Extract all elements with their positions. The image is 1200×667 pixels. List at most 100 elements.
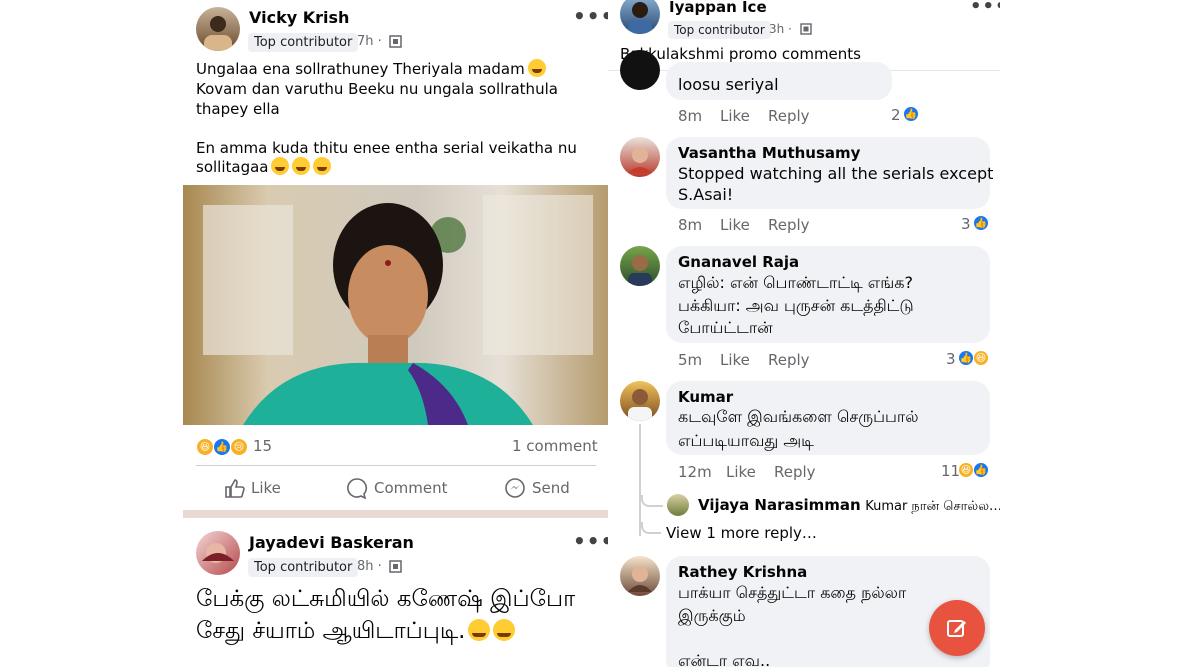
commenter-name[interactable]: Kumar [678,388,733,406]
post-body-line: பேக்கு லட்சுமியில் கணேஷ் இப்போ [196,586,576,612]
comment-like-button[interactable]: Like [720,216,750,234]
post-author[interactable]: Jayadevi Baskeran [249,533,414,552]
comment-text: பக்கியா: அவ புருசன் கடத்திட்டு [678,296,914,315]
rofl-emoji-icon [271,157,290,175]
divider [196,465,596,466]
audience-icon [800,23,812,35]
commenter-name[interactable]: Rathey Krishna [678,563,807,581]
reply-connector [641,495,663,507]
laughing-emoji-icon [527,59,546,77]
post-author[interactable]: Vicky Krish [249,8,349,27]
woman-photo-illustration [203,195,593,425]
post-author[interactable]: Iyappan Ice [669,0,767,16]
comment-reply-button[interactable]: Reply [774,463,816,481]
reaction-count[interactable]: 15 [253,437,272,455]
avatar[interactable] [196,531,240,575]
comments-panel: Iyappan Ice Top contributor 3h · ••• Bak… [608,0,1000,667]
comment-text: இருக்கும் [678,606,746,625]
post-image[interactable] [183,185,608,425]
avatar[interactable] [620,0,660,34]
comment-time: 8m [678,107,703,125]
post-body-line: thapey ella [196,100,280,118]
messenger-icon [505,478,525,498]
comment-time: 5m [678,351,703,369]
more-options-icon[interactable]: ••• [573,529,608,553]
haha-reaction-icon: 😆 [973,350,989,366]
comment-reply-button[interactable]: Reply [768,107,810,125]
more-options-icon[interactable]: ••• [970,0,1000,17]
post-time[interactable]: 8h · [357,559,382,574]
person-icon [628,147,652,173]
comment-like-button[interactable]: Like [720,351,750,369]
reply-author: Vijaya Narasimman [698,496,861,514]
person-icon [202,543,234,563]
person-icon [204,16,232,51]
like-label: Like [251,479,281,497]
avatar[interactable] [620,556,660,596]
commenter-name[interactable]: Vasantha Muthusamy [678,144,860,162]
like-reaction-icon: 👍 [973,215,989,231]
like-reaction-icon: 👍 [973,462,989,478]
sad-reaction-icon: 😢 [230,438,248,456]
view-more-replies-link[interactable]: View 1 more reply… [666,524,817,542]
reply-text: Kumar நான் சொல்ல… [865,499,1000,514]
audience-icon [389,35,402,48]
comment-button[interactable]: Comment [346,477,448,499]
avatar[interactable] [620,246,660,286]
comment-text: எழில்: என் பொண்டாட்டி எங்க? [678,273,914,292]
like-button[interactable]: Like [223,477,281,499]
send-button[interactable]: Send [504,477,570,499]
sleepy-emoji-icon [468,619,491,641]
post-time[interactable]: 7h · [357,34,382,49]
comment-time: 12m [678,463,712,481]
comment-text: Stopped watching all the serials except [678,164,994,183]
avatar[interactable] [620,137,660,177]
haha-reaction-icon: 😆 [196,438,214,456]
like-reaction-icon: 👍 [213,438,231,456]
top-contributor-badge: Top contributor [248,33,359,52]
haha-reaction-icon: 😆 [958,462,974,478]
reaction-count[interactable]: 3 [946,350,956,368]
reaction-count[interactable]: 2 [891,106,901,124]
sleepy-emoji-icon [493,619,516,641]
compose-fab-button[interactable] [929,600,985,656]
edit-pencil-icon [947,620,966,637]
person-icon [628,389,652,421]
audience-icon [389,560,402,573]
post-body-line: Kovam dan varuthu Beeku nu ungala sollra… [196,80,558,98]
person-icon [628,566,652,592]
comment-reply-button[interactable]: Reply [768,216,810,234]
reply-connector [641,522,661,534]
comment-text: பாக்யா செத்துட்டா கதை நல்லா [678,583,907,602]
post-body-line: Ungalaa ena sollrathuney Theriyala madam [196,59,546,79]
send-label: Send [532,479,570,497]
like-reaction-icon: 👍 [958,350,974,366]
comment-text: கடவுளே இவங்களை செருப்பால் [678,407,919,426]
comment-reply-button[interactable]: Reply [768,351,810,369]
comment-like-button[interactable]: Like [720,107,750,125]
reply-preview[interactable]: Vijaya Narasimman Kumar நான் சொல்ல… [698,496,1000,515]
person-icon [628,2,652,34]
post-body-line: En amma kuda thitu enee entha serial vei… [196,139,577,157]
left-post-panel: Vicky Krish Top contributor 7h · ••• Ung… [183,0,608,667]
comment-icon [347,478,368,499]
rofl-emoji-icon [292,157,311,175]
avatar[interactable] [620,50,660,90]
comment-text: எப்படியாவது அடி [678,431,814,450]
commenter-name[interactable]: Gnanavel Raja [678,253,799,271]
more-options-icon[interactable]: ••• [573,4,608,28]
avatar[interactable] [667,494,689,516]
comment-text: போய்ட்டான் [678,318,773,337]
reaction-count[interactable]: 3 [961,215,971,233]
top-contributor-badge: Top contributor [668,21,771,39]
comment-text: loosu seriyal [678,75,779,94]
avatar[interactable] [620,381,660,421]
comment-count[interactable]: 1 comment [512,437,598,455]
post-time[interactable]: 3h · [769,22,792,36]
comment-like-button[interactable]: Like [726,463,756,481]
comment-label: Comment [374,479,448,497]
post-body-line: சேது ச்யாம் ஆயிடாப்புடி. [196,616,516,646]
avatar[interactable] [196,7,240,51]
comment-time: 8m [678,216,703,234]
comment-text: S.Asai! [678,185,734,204]
